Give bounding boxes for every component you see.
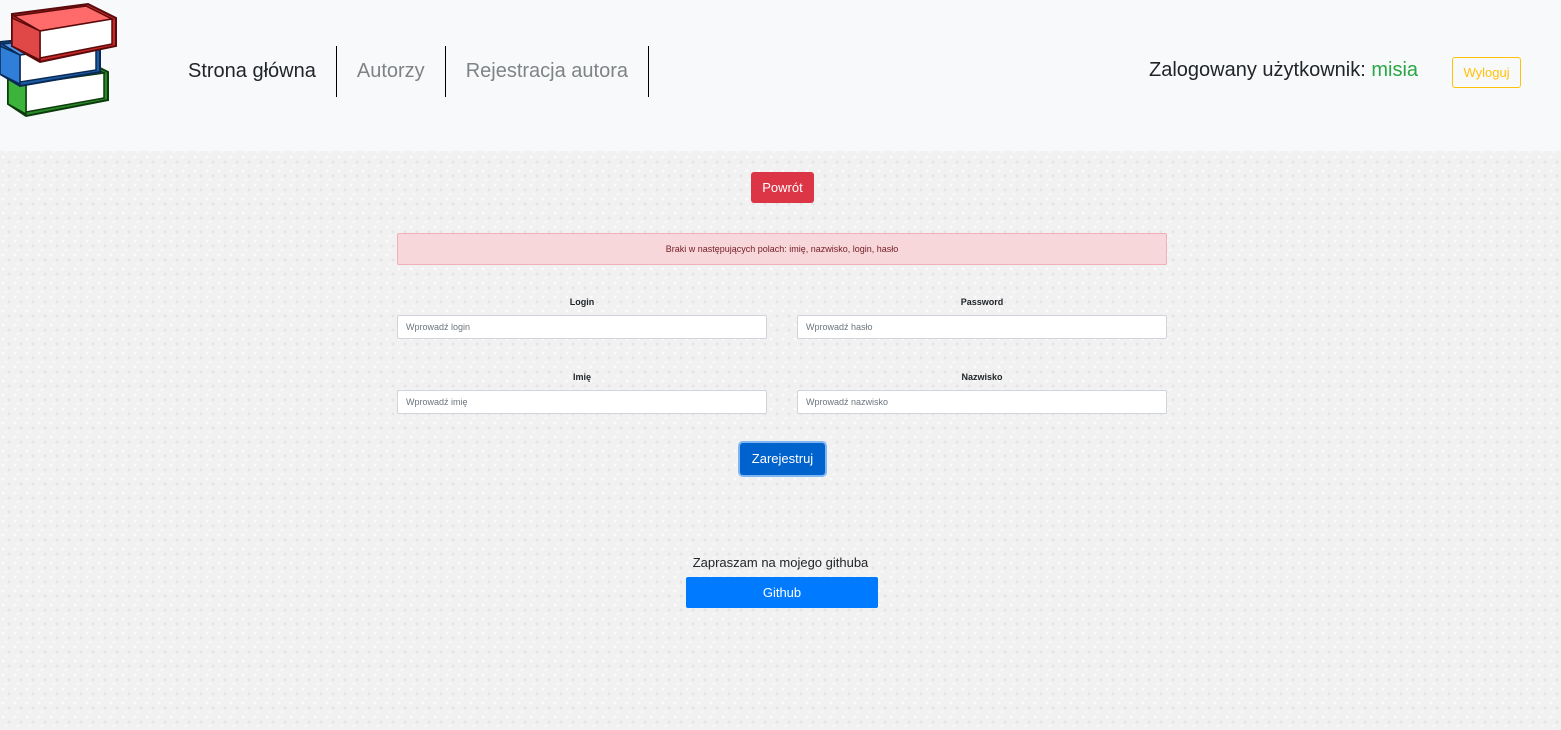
nav-link-author-registration[interactable]: Rejestracja autora — [446, 46, 649, 97]
footer-text: Zapraszam na mojego githuba — [692, 555, 869, 570]
logout-button[interactable]: Wyloguj — [1452, 57, 1521, 88]
nav-link-home[interactable]: Strona główna — [170, 46, 337, 97]
login-label: Login — [569, 297, 595, 307]
nav-links: Strona główna Autorzy Rejestracja autora — [170, 46, 649, 97]
register-submit-button[interactable]: Zarejestruj — [740, 443, 825, 475]
last-name-input[interactable] — [797, 390, 1167, 414]
first-name-input[interactable] — [397, 390, 767, 414]
github-button[interactable]: Github — [686, 577, 878, 608]
books-stack-icon[interactable] — [0, 0, 122, 122]
password-label: Password — [960, 297, 1004, 307]
last-name-label: Nazwisko — [961, 372, 1003, 382]
logged-in-user-name: misia — [1371, 59, 1419, 81]
validation-alert: Braki w następujących polach: imię, nazw… — [397, 233, 1167, 265]
nav-link-authors[interactable]: Autorzy — [337, 46, 446, 97]
password-input[interactable] — [797, 315, 1167, 339]
login-input[interactable] — [397, 315, 767, 339]
back-button[interactable]: Powrót — [751, 172, 814, 203]
navbar: Strona główna Autorzy Rejestracja autora… — [0, 0, 1561, 151]
logged-in-user: Zalogowany użytkownik: misia — [1149, 59, 1418, 82]
first-name-label: Imię — [572, 372, 591, 382]
logged-in-user-label: Zalogowany użytkownik: — [1149, 59, 1366, 81]
